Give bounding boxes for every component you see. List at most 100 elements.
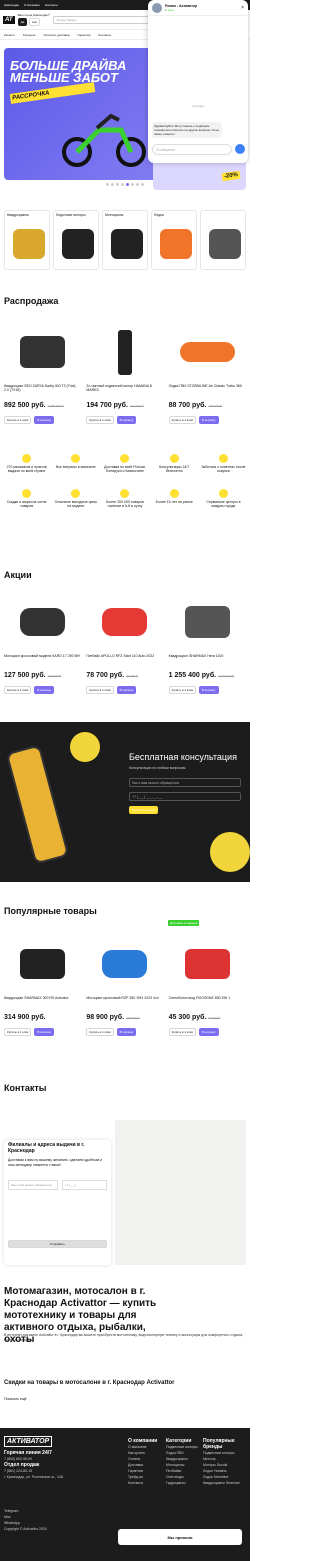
chat-input[interactable]: Сообщение bbox=[152, 144, 232, 155]
show-more-link[interactable]: Показать ещё bbox=[4, 1397, 27, 1401]
advantage-item: Более 200 000 товаров наличие в 6-й в су… bbox=[102, 489, 147, 508]
logo[interactable]: AT bbox=[3, 15, 15, 24]
product-card[interactable]: Питбайк APOLLO RFZ Start 110 Auto 2022 7… bbox=[86, 588, 163, 708]
product-name[interactable]: Мотоцикл кроссовый RZP 250 ЭНЗ 2023 4x4 bbox=[86, 996, 163, 1000]
add-to-cart-button[interactable]: В корзину bbox=[116, 416, 137, 424]
product-name[interactable]: Квадроцикл SHARMAX 300 RS Activator bbox=[4, 996, 81, 1000]
product-name[interactable]: Мотоцикл кроссовый модели КАЯО 17 250 MH bbox=[4, 654, 81, 658]
product-image bbox=[8, 592, 77, 652]
product-card[interactable]: 2х-тактный подвесной мотор HAMANA 8 MARK… bbox=[86, 318, 163, 438]
product-name[interactable]: Квадроцикл SHARMAX Hera 1100 bbox=[169, 654, 246, 658]
footer-logo[interactable]: АКТИВАТОР bbox=[4, 1436, 53, 1447]
footer-link[interactable]: Квадроциклы Sharmax bbox=[203, 1480, 248, 1486]
consult-title: Бесплатная консультация bbox=[129, 752, 237, 762]
add-to-cart-button[interactable]: В корзину bbox=[199, 1028, 219, 1036]
product-price: 98 900 руб. 105 000 ₽ bbox=[86, 1014, 139, 1021]
menu-catalog[interactable]: Каталог bbox=[4, 33, 15, 37]
product-image bbox=[90, 934, 159, 994]
product-card[interactable]: Мотоцикл кроссовый модели КАЯО 17 250 MH… bbox=[4, 588, 81, 708]
product-card[interactable]: Квадроцикл SHARMAX 300 RS Activator 314 … bbox=[4, 930, 81, 1050]
chat-message: Здравствуйте! Могу помочь с подбором тех… bbox=[152, 122, 222, 138]
footer-address: г. Краснодар, ул. Ростовское ш., 14А bbox=[4, 1475, 64, 1479]
price-old: 145 000 ₽ bbox=[47, 674, 62, 678]
menu-warranty[interactable]: Гарантии bbox=[78, 33, 91, 37]
buy-one-click-button[interactable]: Купить в 1 клик bbox=[4, 416, 32, 424]
product-image bbox=[90, 592, 159, 652]
product-name[interactable]: Лодка ПВХ STORMLINE Air Classic Turbo 36… bbox=[169, 384, 246, 388]
footer-link[interactable]: Подвесные моторы Mercury bbox=[203, 1450, 248, 1462]
sales-label: Отдел продаж bbox=[4, 1462, 40, 1468]
product-image bbox=[173, 592, 242, 652]
product-card[interactable]: Мотоцикл кроссовый RZP 250 ЭНЗ 2023 4x4 … bbox=[86, 930, 163, 1050]
send-icon[interactable] bbox=[235, 144, 245, 154]
menu-contacts[interactable]: Контакты bbox=[98, 33, 111, 37]
discount-icon bbox=[22, 489, 32, 498]
add-to-cart-button[interactable]: В корзину bbox=[34, 1028, 55, 1036]
footer-col-brands: Популярные бренды Подвесные моторы Mercu… bbox=[203, 1438, 248, 1486]
buy-one-click-button[interactable]: Купить в 1 клик bbox=[4, 686, 32, 694]
category-label: Мотоциклы bbox=[105, 213, 124, 217]
contact-phone-input[interactable]: +7 (___) bbox=[62, 1180, 107, 1190]
category-more[interactable] bbox=[200, 210, 246, 270]
product-price: 1 255 400 руб. 1 494 900 ₽ bbox=[169, 672, 235, 679]
link-contacts[interactable]: Контакты bbox=[45, 3, 58, 7]
product-card[interactable]: Снегоболотоход ROOSDNE 800 EW 1 45 300 р… bbox=[168, 930, 246, 1050]
footer-link[interactable]: Контакты bbox=[128, 1480, 157, 1486]
phone-image bbox=[5, 744, 70, 865]
map[interactable] bbox=[115, 1120, 246, 1265]
advantage-item: Доставка по всей России, Беларуси и Каза… bbox=[102, 454, 147, 473]
city-selector[interactable]: Краснодар bbox=[4, 3, 19, 7]
consult-name-input[interactable]: Как к вам можно обращаться bbox=[129, 778, 241, 787]
category-label: Лодки bbox=[154, 213, 164, 217]
product-name[interactable]: 2х-тактный подвесной мотор HAMANA 8 MARK… bbox=[86, 384, 163, 392]
contact-submit-button[interactable]: Отправить bbox=[8, 1240, 107, 1248]
city-yes-button[interactable]: Да bbox=[17, 18, 28, 26]
chat-date: Сегодня bbox=[192, 104, 204, 108]
hotline-number[interactable]: 7 (800) 600-95-00 bbox=[4, 1457, 32, 1461]
city-no-button[interactable]: Нет bbox=[29, 18, 41, 26]
add-to-cart-button[interactable]: В корзину bbox=[116, 686, 137, 694]
buy-one-click-button[interactable]: Купить в 1 клик bbox=[168, 416, 196, 424]
add-to-cart-button[interactable]: В корзину bbox=[34, 686, 55, 694]
buy-one-click-button[interactable]: Купить в 1 клик bbox=[168, 686, 196, 694]
product-card[interactable]: Лодка ПВХ STORMLINE Air Classic Turbo 36… bbox=[168, 318, 246, 438]
buy-one-click-button[interactable]: Купить в 1 клик bbox=[86, 686, 114, 694]
delivery-badge: Доставка в подарок bbox=[168, 920, 200, 926]
footer-link[interactable]: Гидроциклы bbox=[166, 1480, 198, 1486]
link-about[interactable]: О магазине bbox=[24, 3, 40, 7]
add-to-cart-button[interactable]: В корзину bbox=[34, 416, 55, 424]
close-icon[interactable]: × bbox=[241, 5, 244, 11]
sales-number[interactable]: 7 (861) 124-80-15 bbox=[4, 1469, 32, 1473]
price-old: 1 000 000 ₽ bbox=[47, 404, 64, 408]
buy-one-click-button[interactable]: Купить в 1 клик bbox=[86, 1028, 114, 1036]
price-old: 105 000 ₽ bbox=[126, 1016, 140, 1020]
promo-discount: -20% bbox=[221, 170, 241, 182]
add-to-cart-button[interactable]: В корзину bbox=[199, 416, 219, 424]
product-name[interactable]: Снегоболотоход ROOSDNE 800 EW 1 bbox=[169, 996, 246, 1000]
price-current: 98 900 руб. bbox=[86, 1014, 125, 1021]
product-name[interactable]: Питбайк APOLLO RFZ Start 110 Auto 2022 bbox=[86, 654, 163, 658]
buy-one-click-button[interactable]: Купить в 1 клик bbox=[4, 1028, 32, 1036]
product-price: 78 700 руб. 92 600 ₽ bbox=[86, 672, 138, 679]
hero-line-2: МЕНЬШЕ ЗАБОТ bbox=[10, 70, 118, 85]
category-outboard[interactable]: Лодочные моторы bbox=[53, 210, 99, 270]
buy-one-click-button[interactable]: Купить в 1 клик bbox=[86, 416, 114, 424]
menu-payment[interactable]: Оплата и доставка bbox=[43, 33, 69, 37]
cookie-accept-button[interactable]: Мы приняли bbox=[118, 1529, 242, 1545]
consult-phone-input[interactable]: +7 (___) ___-__-__ bbox=[129, 792, 241, 801]
menu-trend[interactable]: Тренд-ок bbox=[23, 33, 35, 37]
category-atv[interactable]: Квадроциклы bbox=[4, 210, 50, 270]
product-name[interactable]: Квадроцикл SEG ZARYA Sadiq 400 T3 (Trial… bbox=[4, 384, 81, 392]
contact-name-input[interactable]: Как к вам можно обращаться bbox=[8, 1180, 58, 1190]
add-to-cart-button[interactable]: В корзину bbox=[199, 686, 219, 694]
support-icon bbox=[169, 454, 179, 463]
category-boats[interactable]: Лодки bbox=[151, 210, 197, 270]
buy-one-click-button[interactable]: Купить в 1 клик bbox=[168, 1028, 196, 1036]
category-moto[interactable]: Мотоциклы bbox=[102, 210, 148, 270]
product-card[interactable]: Квадроцикл SHARMAX Hera 1100 1 255 400 р… bbox=[168, 588, 246, 708]
product-price: 194 700 руб. 237 100 ₽ bbox=[86, 402, 143, 409]
add-to-cart-button[interactable]: В корзину bbox=[116, 1028, 137, 1036]
product-price: 45 300 руб. 52 000 ₽ bbox=[169, 1014, 221, 1021]
product-card[interactable]: Квадроцикл SEG ZARYA Sadiq 400 T3 (Trial… bbox=[4, 318, 81, 438]
consult-submit-button[interactable]: Получить звонок bbox=[129, 806, 159, 814]
